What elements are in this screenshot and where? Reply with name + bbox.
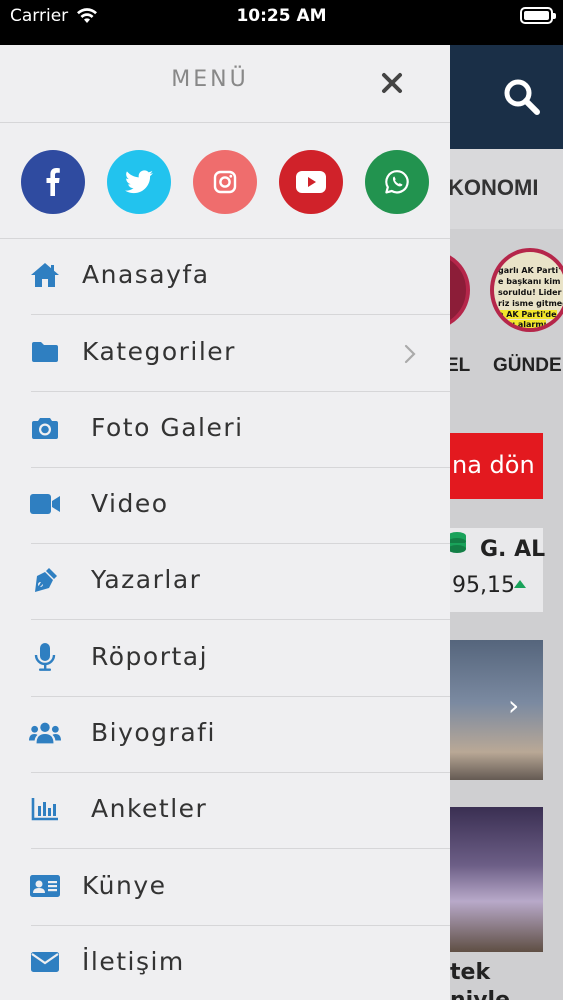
app-header [450,45,563,149]
news-photo[interactable] [450,807,543,952]
menu-item-anketler[interactable]: Anketler [0,773,450,849]
twitter-button[interactable] [107,150,171,214]
story-text-line: e başkanı kim [498,277,561,286]
story-label: GÜNDE [493,355,562,376]
close-icon[interactable] [378,69,406,97]
chevron-right-icon[interactable]: › [508,689,519,722]
camera-icon [29,412,61,444]
poll-chart-icon [29,793,61,825]
up-arrow-icon [514,580,526,588]
whatsapp-icon [385,170,409,194]
whatsapp-button[interactable] [365,150,429,214]
menu-item-roportaj[interactable]: Röportaj [0,621,450,697]
divider [31,314,450,315]
story-thumbnail[interactable] [450,250,470,330]
pen-nib-icon [29,564,61,596]
facebook-button[interactable] [21,150,85,214]
envelope-icon [29,946,61,978]
divider [31,848,450,849]
battery-icon [520,7,556,24]
menu-item-foto-galeri[interactable]: Foto Galeri [0,392,450,468]
news-caption[interactable]: tek niyle [450,959,510,1000]
market-value: 95,15 [452,573,515,598]
twitter-icon [125,170,153,194]
video-camera-icon [29,488,61,520]
background-app-content: KONOMI garlı AK Parti' e başkanı kim sor… [450,45,563,1000]
users-icon [29,717,61,749]
menu-item-label: Video [91,489,169,518]
caption-line: tek [450,960,491,985]
menu-item-label: İletişim [82,947,185,976]
youtube-button[interactable] [279,150,343,214]
menu-title: MENÜ [171,67,249,92]
menu-item-label: Röportaj [91,642,209,671]
menu-item-anasayfa[interactable]: Anasayfa [0,239,450,315]
menu-item-label: Künye [82,871,167,900]
home-icon [29,259,61,291]
folder-icon [29,336,61,368]
divider [31,619,450,620]
menu-item-kunye[interactable]: Künye [0,850,450,926]
story-text-line: soruldu! Lider [498,288,562,297]
chevron-right-icon [404,344,416,364]
story-label: EL [450,355,471,376]
instagram-button[interactable] [193,150,257,214]
id-card-icon [29,870,61,902]
menu-item-video[interactable]: Video [0,468,450,544]
menu-item-biyografi[interactable]: Biyografi [0,697,450,773]
category-tab-label[interactable]: KONOMI [450,175,538,201]
story-thumbnail[interactable]: garlı AK Parti' e başkanı kim soruldu! L… [490,248,563,332]
story-text-line: garlı AK Parti' [498,266,561,275]
story-text-line: riz isme gitmed [498,299,563,308]
instagram-icon [213,170,237,194]
story-text-line: e AK Parti'de [498,310,557,319]
side-menu-drawer: MENÜ Anasayfa Kategoriler Foto Galeri Vi… [0,45,450,1000]
menu-item-label: Anketler [91,794,208,823]
microphone-icon [29,641,61,673]
menu-item-iletisim[interactable]: İletişim [0,926,450,1000]
clock-time: 10:25 AM [236,6,327,26]
youtube-icon [296,171,326,193]
menu-item-label: Anasayfa [82,260,210,289]
menu-item-label: Foto Galeri [91,413,244,442]
menu-item-label: Biyografi [91,718,216,747]
menu-item-label: Yazarlar [91,565,202,594]
banner-text: na dön [452,451,535,479]
story-text-line: rayı alarmı [498,320,547,329]
status-bar: Carrier 10:25 AM [0,0,563,45]
menu-item-label: Kategoriler [82,337,236,366]
menu-item-yazarlar[interactable]: Yazarlar [0,544,450,620]
menu-item-kategoriler[interactable]: Kategoriler [0,316,450,392]
search-icon[interactable] [502,77,542,117]
divider [0,122,450,123]
market-name: G. AL [480,537,546,562]
coins-icon [450,532,466,553]
news-photo[interactable] [450,640,543,780]
facebook-icon [46,168,60,196]
caption-line: niyle [450,987,510,1000]
